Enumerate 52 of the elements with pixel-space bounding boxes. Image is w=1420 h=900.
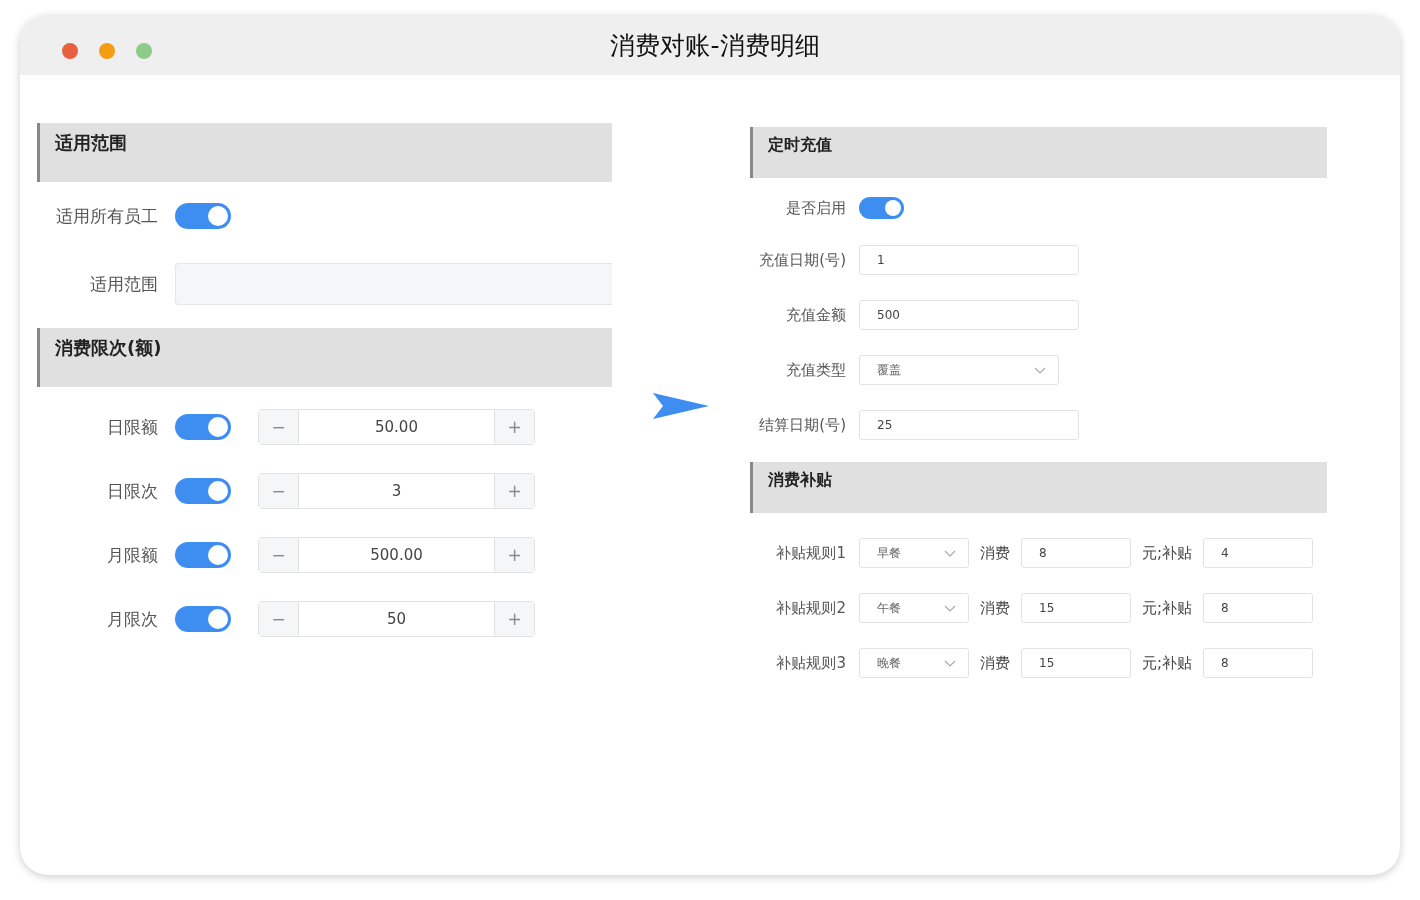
toggle-switch[interactable] [175,414,231,440]
field-label: 月限次 [106,607,158,631]
input-field[interactable]: 25 [859,410,1079,440]
field-label: 消费 [980,543,1010,563]
input-field[interactable] [175,263,612,305]
select-field[interactable]: 晚餐 [859,648,969,678]
input-field[interactable]: 8 [1203,648,1314,678]
field-label: 适用范围 [89,272,158,296]
input-field[interactable]: 15 [1021,648,1131,678]
field-label: 消费 [980,653,1010,673]
input-field[interactable]: 8 [1203,593,1314,623]
field-label: 元;补贴 [1142,653,1193,673]
field-label: 日限次 [106,479,158,503]
field-label: 日限额 [106,415,158,439]
section-title: 适用范围 [55,132,127,153]
toggle-switch[interactable] [175,606,231,632]
chevron-down-icon [944,659,956,667]
field-label: 结算日期(号) [758,415,846,435]
field-label: 元;补贴 [1142,543,1193,563]
input-field[interactable]: 4 [1203,538,1314,568]
field-label: 充值金额 [785,305,846,325]
chevron-down-icon [944,549,956,557]
section-title: 消费限次(额) [55,337,162,358]
minimize-icon[interactable] [99,43,115,59]
chevron-down-icon [1034,366,1046,374]
close-icon[interactable] [62,43,78,59]
toggle-switch[interactable] [175,542,231,568]
field-label: 适用所有员工 [55,204,158,228]
input-field[interactable]: 8 [1021,538,1131,568]
field-label: 充值日期(号) [758,250,846,270]
select-field[interactable]: 覆盖 [859,355,1059,385]
section-title: 消费补贴 [768,470,832,489]
toggle-switch[interactable] [859,197,904,219]
arrow-icon [653,393,709,419]
input-field[interactable]: 500 [859,300,1079,330]
input-field[interactable]: 15 [1021,593,1131,623]
field-label: 补贴规则1 [775,543,846,563]
window-title: 消费对账-消费明细 [610,29,820,62]
field-label: 月限额 [106,543,158,567]
field-label: 补贴规则2 [775,598,846,618]
field-label: 补贴规则3 [775,653,846,673]
field-label: 充值类型 [785,360,846,380]
select-field[interactable]: 早餐 [859,538,969,568]
toggle-switch[interactable] [175,478,231,504]
field-label: 消费 [980,598,1010,618]
toggle-switch[interactable] [175,203,231,229]
input-field[interactable]: 1 [859,245,1079,275]
field-label: 是否启用 [785,198,846,218]
select-field[interactable]: 午餐 [859,593,969,623]
section-title: 定时充值 [768,135,832,154]
field-label: 元;补贴 [1142,598,1193,618]
chevron-down-icon [944,604,956,612]
